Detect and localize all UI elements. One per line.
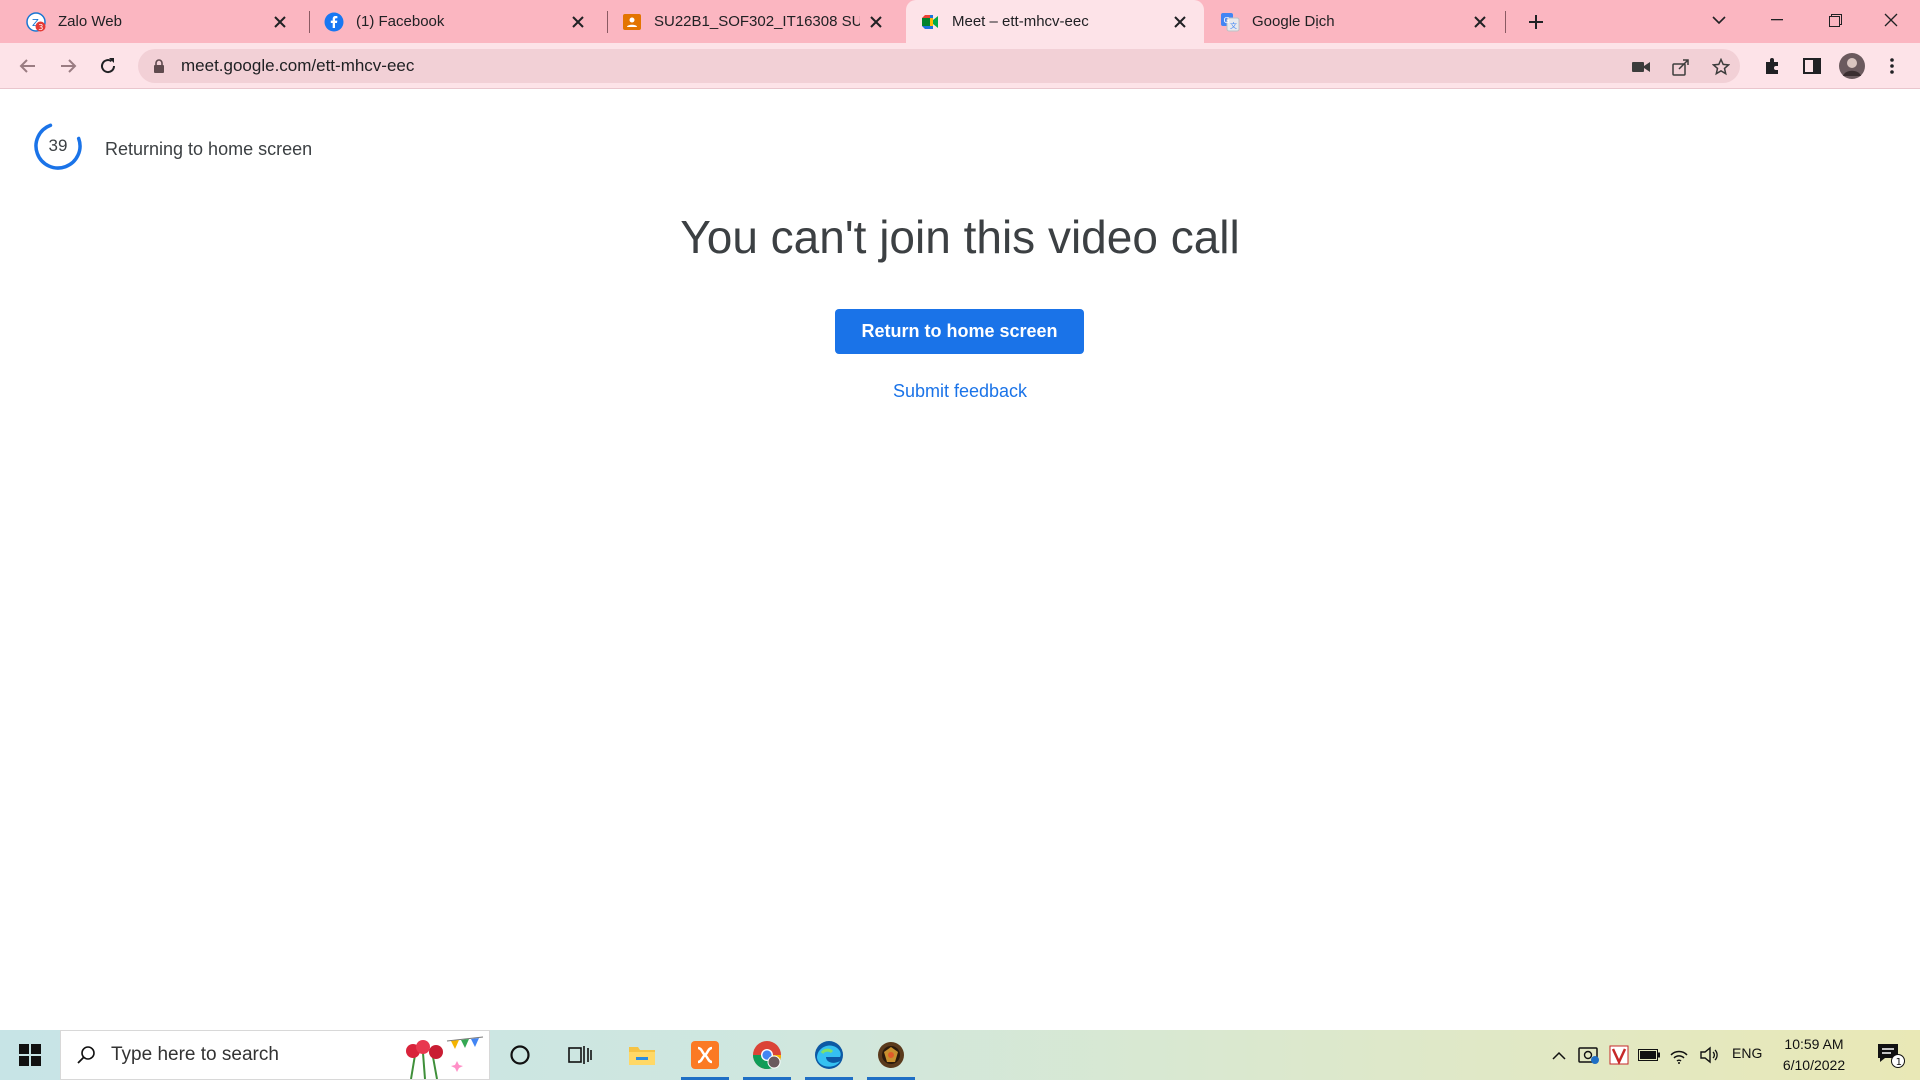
zalo-icon: Z 3: [26, 11, 46, 32]
back-button[interactable]: [12, 50, 44, 82]
close-tab-icon[interactable]: [1170, 12, 1190, 32]
countdown-value: 39: [48, 136, 68, 155]
wifi-icon[interactable]: [1666, 1030, 1692, 1080]
search-icon: [75, 1044, 97, 1066]
url-text: meet.google.com/ett-mhcv-eec: [181, 56, 415, 75]
search-highlight-flowers-icon: [391, 1033, 487, 1080]
submit-feedback-link[interactable]: Submit feedback: [860, 376, 1060, 406]
close-tab-icon[interactable]: [270, 12, 290, 32]
input-language[interactable]: ENG: [1732, 1045, 1762, 1061]
side-panel-icon[interactable]: [1796, 50, 1828, 82]
svg-text:G: G: [1224, 16, 1230, 25]
tab-title: Meet – ett-mhcv-eec: [952, 13, 1089, 30]
google-translate-icon: G 文: [1220, 12, 1240, 32]
address-bar[interactable]: meet.google.com/ett-mhcv-eec: [138, 49, 1740, 83]
tab-search-chevron-icon[interactable]: [1690, 0, 1748, 40]
svg-text:1: 1: [1896, 1057, 1902, 1068]
tab-title: Zalo Web: [58, 13, 122, 30]
tab-classroom[interactable]: SU22B1_SOF302_IT16308 SU22B: [608, 0, 900, 43]
tab-google-translate[interactable]: G 文 Google Dịch: [1206, 0, 1504, 43]
battery-icon[interactable]: [1636, 1030, 1662, 1080]
restore-button[interactable]: [1806, 0, 1864, 40]
camera-icon[interactable]: [1632, 58, 1650, 76]
start-button[interactable]: [0, 1030, 60, 1080]
tab-title: Google Dịch: [1252, 13, 1335, 30]
classroom-icon: [622, 12, 642, 32]
tab-separator: [1505, 11, 1506, 33]
extensions-icon[interactable]: [1756, 50, 1788, 82]
file-explorer-icon[interactable]: [612, 1030, 672, 1080]
game-icon[interactable]: [861, 1030, 921, 1080]
minimize-button[interactable]: [1748, 0, 1806, 40]
tab-title: SU22B1_SOF302_IT16308 SU22B: [654, 13, 860, 30]
tab-meet[interactable]: Meet – ett-mhcv-eec: [906, 0, 1204, 43]
cortana-icon[interactable]: [490, 1030, 550, 1080]
taskbar-search-input[interactable]: Type here to search: [60, 1030, 490, 1080]
tab-zalo[interactable]: Z 3 Zalo Web: [12, 0, 304, 43]
tab-title: (1) Facebook: [356, 13, 445, 30]
page-title: You can't join this video call: [680, 211, 1240, 263]
facebook-icon: [324, 12, 344, 32]
close-tab-icon[interactable]: [866, 12, 886, 32]
browser-toolbar: meet.google.com/ett-mhcv-eec: [0, 43, 1920, 89]
return-home-button[interactable]: Return to home screen: [835, 309, 1084, 354]
lock-icon[interactable]: [151, 58, 167, 74]
close-tab-icon[interactable]: [568, 12, 588, 32]
close-tab-icon[interactable]: [1470, 12, 1490, 32]
network-drive-icon[interactable]: [1576, 1030, 1602, 1080]
chrome-icon[interactable]: [737, 1030, 797, 1080]
forward-button[interactable]: [52, 50, 84, 82]
taskbar-clock[interactable]: 10:59 AM 6/10/2022: [1764, 1034, 1864, 1076]
task-view-icon[interactable]: [550, 1030, 610, 1080]
google-meet-icon: [920, 12, 940, 32]
tab-strip: Z 3 Zalo Web (1) Facebook SU22B1_SOF302_…: [0, 0, 1920, 43]
svg-text:3: 3: [38, 22, 43, 31]
more-menu-icon[interactable]: [1876, 50, 1908, 82]
show-hidden-icons-chevron-icon[interactable]: [1546, 1030, 1572, 1080]
windows-logo-icon: [19, 1044, 41, 1066]
new-tab-button[interactable]: [1520, 6, 1552, 38]
antivirus-icon[interactable]: [1606, 1030, 1632, 1080]
clock-date: 6/10/2022: [1782, 1057, 1846, 1073]
tab-facebook[interactable]: (1) Facebook: [310, 0, 602, 43]
countdown-spinner: 39: [33, 121, 83, 171]
bookmark-star-icon[interactable]: [1712, 58, 1730, 76]
avatar[interactable]: [1836, 50, 1868, 82]
volume-icon[interactable]: [1696, 1030, 1722, 1080]
reload-button[interactable]: [92, 50, 124, 82]
search-placeholder: Type here to search: [111, 1044, 279, 1065]
svg-text:文: 文: [1230, 21, 1237, 30]
clock-time: 10:59 AM: [1784, 1036, 1844, 1052]
windows-taskbar: Type here to search ENG 10:59 AM 6/10/20…: [0, 1030, 1920, 1080]
edge-icon[interactable]: [799, 1030, 859, 1080]
share-icon[interactable]: [1672, 58, 1690, 76]
notification-center-icon[interactable]: 1: [1866, 1030, 1916, 1080]
returning-status: Returning to home screen: [105, 139, 313, 159]
xampp-icon[interactable]: [675, 1030, 735, 1080]
close-window-button[interactable]: [1862, 0, 1920, 40]
